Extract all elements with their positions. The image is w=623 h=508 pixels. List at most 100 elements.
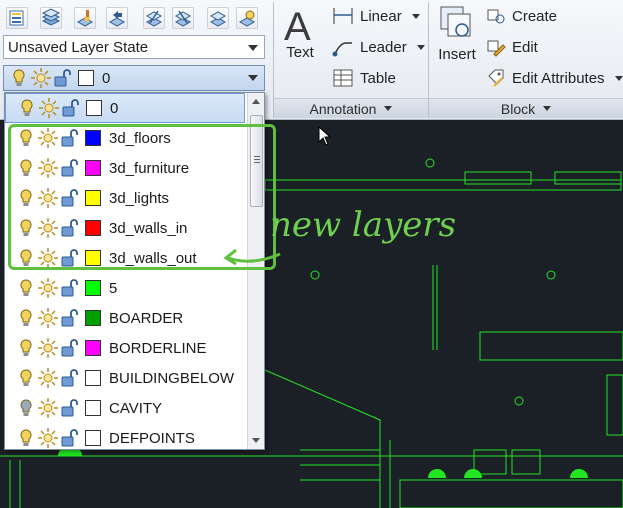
unlock-icon[interactable] (59, 337, 81, 359)
layer-row[interactable]: 3d_walls_out (5, 243, 245, 273)
unlock-icon[interactable] (59, 427, 81, 449)
color-swatch[interactable] (85, 250, 101, 266)
color-swatch[interactable] (85, 430, 101, 446)
layer-row[interactable]: 3d_walls_in (5, 213, 245, 243)
lightbulb-on-icon[interactable] (15, 307, 37, 329)
sun-icon[interactable] (37, 427, 59, 449)
layer-name: 3d_lights (109, 189, 170, 207)
color-swatch[interactable] (85, 220, 101, 236)
sun-icon[interactable] (37, 277, 59, 299)
text-button[interactable]: A Text (280, 4, 320, 61)
lightbulb-on-icon[interactable] (15, 397, 37, 419)
layer-unisolate-button[interactable] (172, 7, 194, 29)
layer-freeze-button[interactable] (207, 7, 229, 29)
layer-unisolate-icon (174, 10, 192, 27)
sun-icon[interactable] (37, 397, 59, 419)
lightbulb-on-icon[interactable] (16, 97, 38, 119)
layer-match-button[interactable] (74, 7, 96, 29)
unlock-icon[interactable] (59, 277, 81, 299)
scrollbar-thumb[interactable] (250, 115, 263, 207)
color-swatch[interactable] (85, 190, 101, 206)
window-frame (554, 171, 622, 185)
chevron-down-icon (416, 44, 425, 50)
unlock-icon[interactable] (59, 247, 81, 269)
lightbulb-on-icon[interactable] (15, 247, 37, 269)
sun-icon[interactable] (37, 217, 59, 239)
chevron-down-icon (248, 75, 258, 81)
layer-row[interactable]: 0 (5, 93, 245, 123)
annotation-panel-title[interactable]: Annotation (274, 98, 428, 118)
layer-isolate-button[interactable] (143, 7, 165, 29)
color-swatch[interactable] (86, 100, 102, 116)
color-swatch[interactable] (85, 340, 101, 356)
lightbulb-on-icon[interactable] (15, 127, 37, 149)
sun-icon[interactable] (37, 157, 59, 179)
scroll-down-arrow-icon[interactable] (252, 438, 260, 443)
layer-row[interactable]: 3d_floors (5, 123, 245, 153)
lightbulb-on-icon[interactable] (15, 277, 37, 299)
sun-icon[interactable] (37, 187, 59, 209)
lightbulb-on-icon[interactable] (15, 367, 37, 389)
color-swatch[interactable] (85, 130, 101, 146)
layer-row[interactable]: 5 (5, 273, 245, 303)
layer-row[interactable]: DEFPOINTS (5, 423, 245, 449)
lightbulb-on-icon[interactable] (15, 427, 37, 449)
unlock-icon[interactable] (59, 367, 81, 389)
layer-row[interactable]: BUILDINGBELOW (5, 363, 245, 393)
layer-freeze-icon (209, 11, 227, 27)
color-swatch[interactable] (85, 370, 101, 386)
layer-row[interactable]: 3d_lights (5, 183, 245, 213)
lightbulb-on-icon (13, 69, 25, 86)
layer-row[interactable]: BOARDER (5, 303, 245, 333)
sun-icon[interactable] (37, 337, 59, 359)
sun-icon[interactable] (37, 367, 59, 389)
layer-state-dropdown[interactable]: Unsaved Layer State (3, 35, 265, 59)
color-swatch[interactable] (85, 160, 101, 176)
unlock-icon[interactable] (59, 127, 81, 149)
leader-button[interactable]: Leader (332, 37, 425, 57)
color-swatch[interactable] (85, 280, 101, 296)
lightbulb-on-icon[interactable] (15, 337, 37, 359)
vertical-scrollbar[interactable] (247, 93, 264, 449)
table-button[interactable]: Table (332, 68, 396, 88)
color-swatch[interactable] (85, 310, 101, 326)
sun-icon[interactable] (37, 247, 59, 269)
layer-properties-button[interactable] (6, 7, 28, 29)
lightbulb-on-icon[interactable] (15, 217, 37, 239)
unlock-icon[interactable] (59, 397, 81, 419)
sun-icon[interactable] (38, 97, 60, 119)
text-button-label: Text (286, 44, 314, 61)
layer-name: CAVITY (109, 399, 163, 417)
sun-icon[interactable] (37, 127, 59, 149)
layer-dropdown-list[interactable]: 0 3d_floors 3d_furniture 3d_lights 3d_walls_… (4, 92, 265, 450)
linear-dimension-button[interactable]: Linear (332, 6, 420, 26)
unlock-icon (54, 69, 71, 87)
edit-block-button[interactable]: Edit (486, 37, 538, 57)
unlock-icon[interactable] (59, 217, 81, 239)
unlock-icon[interactable] (59, 157, 81, 179)
lightbulb-on-icon[interactable] (15, 157, 37, 179)
layer-off-button[interactable] (236, 7, 258, 29)
lightbulb-on-icon[interactable] (15, 187, 37, 209)
room-outline (399, 479, 623, 508)
layer-row[interactable]: CAVITY (5, 393, 245, 423)
layer-previous-button[interactable] (106, 7, 128, 29)
block-panel-title[interactable]: Block (429, 98, 623, 118)
create-block-button[interactable]: Create (486, 6, 557, 26)
unlock-icon[interactable] (59, 187, 81, 209)
scroll-up-arrow-icon[interactable] (252, 99, 260, 104)
unlock-icon[interactable] (59, 307, 81, 329)
layer-row[interactable]: BORDERLINE (5, 333, 245, 363)
unlock-icon[interactable] (60, 97, 82, 119)
linear-dimension-icon (333, 8, 353, 24)
layer-name: BUILDINGBELOW (109, 369, 235, 387)
color-swatch[interactable] (85, 400, 101, 416)
sun-icon[interactable] (37, 307, 59, 329)
insert-button[interactable]: Insert (436, 4, 478, 63)
edit-attributes-button[interactable]: Edit Attributes (486, 68, 623, 88)
sun-icon (31, 68, 51, 88)
current-layer-dropdown[interactable]: 0 (3, 65, 265, 91)
light-fixture (425, 158, 435, 168)
layer-row[interactable]: 3d_furniture (5, 153, 245, 183)
layer-states-button[interactable] (40, 7, 62, 29)
